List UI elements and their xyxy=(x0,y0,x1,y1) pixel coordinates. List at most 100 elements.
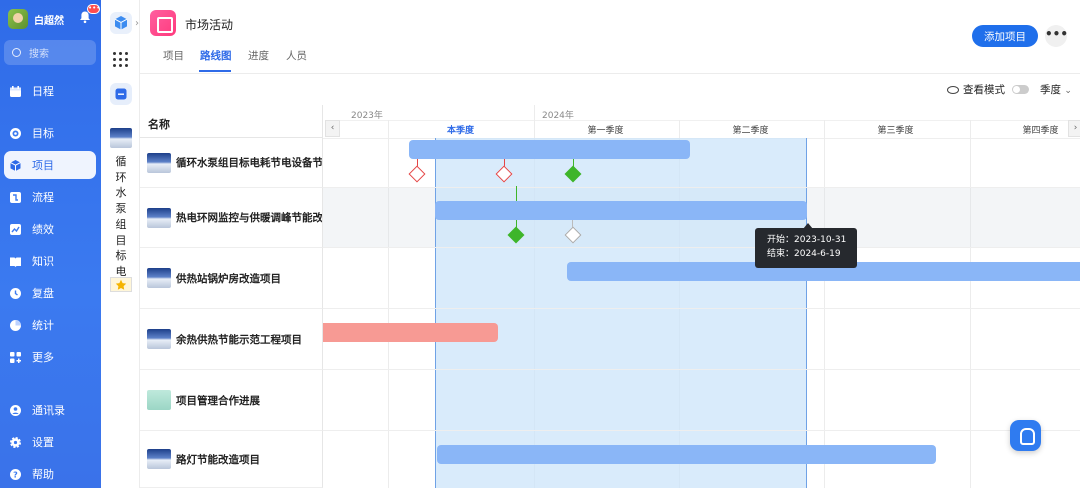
sidebar-item-more[interactable]: 更多 xyxy=(4,343,96,371)
table-row[interactable]: 项目管理合作进展 xyxy=(140,370,323,431)
sidebar-item-projects[interactable]: 项目 xyxy=(4,151,96,179)
tab-roadmap[interactable]: 路线图 xyxy=(200,48,232,63)
grid-plus-icon xyxy=(10,351,21,363)
tab-progress[interactable]: 进度 xyxy=(248,48,269,63)
project-thumbnail xyxy=(147,329,171,349)
project-name[interactable]: 余热供热节能示范工程项目 xyxy=(176,332,302,347)
project-app-icon xyxy=(150,10,176,36)
search-icon xyxy=(12,48,21,57)
sidebar-item-label: 知识 xyxy=(32,255,54,268)
tab-people[interactable]: 人员 xyxy=(286,48,307,63)
project-thumbnail xyxy=(147,207,171,228)
project-name[interactable]: 项目管理合作进展 xyxy=(176,393,260,408)
table-row[interactable]: 供热站锅炉房改造项目 xyxy=(140,248,323,309)
book-icon xyxy=(10,257,21,267)
sidebar-item-label: 流程 xyxy=(32,191,54,204)
quarter-header: 第二季度 xyxy=(732,126,769,136)
sidebar: 白超然 ••• 搜索 日程 目标 项目 流程 绩效 知识 复盘 统计 更多 通讯… xyxy=(0,0,101,488)
name-header-label: 名称 xyxy=(148,118,170,131)
row-divider xyxy=(323,247,1080,248)
sidebar-item-label: 帮助 xyxy=(32,468,54,481)
date-tooltip: 开始：2023-10-31 结束：2024-6-19 xyxy=(755,228,857,268)
project-name[interactable]: 热电环网监控与供暖调峰节能改造 xyxy=(176,210,322,225)
tooltip-end: 结束：2024-6-19 xyxy=(767,249,841,259)
sidebar-item-schedule[interactable]: 日程 xyxy=(4,77,96,105)
eye-icon xyxy=(947,85,959,94)
table-row[interactable]: 路灯节能改造项目 xyxy=(140,431,323,488)
gantt-bar[interactable] xyxy=(409,140,690,159)
sidebar-item-label: 项目 xyxy=(32,159,54,172)
page-header: 市场活动 项目 路线图 进度 人员 添加项目 ••• xyxy=(140,0,1080,74)
sidebar-item-performance[interactable]: 绩效 xyxy=(4,215,96,243)
gear-icon xyxy=(10,436,21,448)
calendar-icon xyxy=(10,85,21,97)
gantt-bar[interactable] xyxy=(437,445,936,464)
current-range-highlight xyxy=(435,138,807,488)
view-mode-toggle[interactable] xyxy=(1012,85,1029,94)
scale-select[interactable]: 季度 ⌄ xyxy=(1040,82,1072,97)
favorite-button[interactable] xyxy=(110,277,132,292)
lightbulb-help-button[interactable] xyxy=(1010,420,1041,451)
gantt-bar[interactable] xyxy=(435,201,807,220)
search-input[interactable]: 搜索 xyxy=(4,40,96,65)
table-row[interactable]: 余热供热节能示范工程项目 xyxy=(140,309,323,370)
review-icon xyxy=(10,287,21,299)
project-thumbnail xyxy=(147,268,171,288)
grid-line xyxy=(388,120,389,488)
contacts-icon xyxy=(10,404,21,416)
scroll-left-button[interactable]: ‹ xyxy=(325,120,340,137)
gantt-bar-overdue[interactable] xyxy=(323,323,498,342)
sidebar-item-knowledge[interactable]: 知识 xyxy=(4,247,96,275)
sidebar-item-label: 日程 xyxy=(32,85,54,98)
project-name[interactable]: 供热站锅炉房改造项目 xyxy=(176,271,281,286)
project-thumbnail[interactable] xyxy=(110,128,132,148)
view-mode-label: 查看模式 xyxy=(963,84,1005,96)
year-label: 2024年 xyxy=(542,111,574,121)
sidebar-item-settings[interactable]: 设置 xyxy=(4,428,96,456)
project-name[interactable]: 路灯节能改造项目 xyxy=(176,452,260,467)
quarter-header-current: 本季度 xyxy=(446,126,474,136)
avatar[interactable] xyxy=(8,9,28,29)
active-tab-indicator xyxy=(199,70,231,72)
tooltip-start: 开始：2023-10-31 xyxy=(767,235,847,245)
apps-grid-icon[interactable] xyxy=(113,52,128,67)
table-row[interactable]: 热电环网监控与供暖调峰节能改造 xyxy=(140,188,323,248)
sidebar-item-review[interactable]: 复盘 xyxy=(4,279,96,307)
year-label: 2023年 xyxy=(351,111,383,121)
year-row-divider xyxy=(336,120,1080,121)
tab-projects[interactable]: 项目 xyxy=(163,48,184,63)
chevron-right-icon[interactable]: › xyxy=(135,18,139,29)
project-thumbnail xyxy=(147,390,171,410)
roadmap-timeline: 2023年 2024年 ‹ › 本季度 第一季度 第二季度 第三季度 第四季度 xyxy=(323,105,1080,488)
notification-badge: ••• xyxy=(87,4,101,14)
view-mode-control[interactable]: 查看模式 xyxy=(947,82,1029,97)
sidebar-item-label: 目标 xyxy=(32,127,54,140)
sidebar-item-goals[interactable]: 目标 xyxy=(4,119,96,147)
name-column-header: 名称 xyxy=(140,105,323,138)
sidebar-item-contacts[interactable]: 通讯录 xyxy=(4,396,96,424)
flow-icon xyxy=(10,191,21,203)
project-name[interactable]: 循环水泵组目标电耗节电设备节能 xyxy=(176,155,322,170)
user-profile[interactable]: 白超然 xyxy=(8,8,64,30)
project-vertical-title: 循环水泵组目标电 xyxy=(115,155,127,278)
add-project-button[interactable]: 添加项目 xyxy=(972,25,1038,47)
sidebar-item-label: 设置 xyxy=(32,436,54,449)
chevron-down-icon: ⌄ xyxy=(1064,86,1072,96)
quarter-header: 第一季度 xyxy=(587,126,624,136)
sidebar-item-help[interactable]: ? 帮助 xyxy=(4,460,96,488)
target-icon xyxy=(10,127,21,139)
pie-chart-icon xyxy=(10,319,21,331)
sidebar-item-stats[interactable]: 统计 xyxy=(4,311,96,339)
milestone-marker[interactable] xyxy=(408,165,426,183)
search-placeholder: 搜索 xyxy=(29,49,49,60)
more-options-button[interactable]: ••• xyxy=(1045,25,1068,47)
table-row[interactable]: 循环水泵组目标电耗节电设备节能 xyxy=(140,138,323,188)
workspace-cube-button[interactable] xyxy=(110,12,132,34)
document-button[interactable] xyxy=(110,83,132,105)
cube-icon xyxy=(114,16,128,30)
sidebar-item-label: 通讯录 xyxy=(32,404,65,417)
sidebar-item-flow[interactable]: 流程 xyxy=(4,183,96,211)
project-thumbnail xyxy=(147,449,171,469)
sidebar-item-label: 复盘 xyxy=(32,287,54,300)
performance-icon xyxy=(10,223,21,235)
